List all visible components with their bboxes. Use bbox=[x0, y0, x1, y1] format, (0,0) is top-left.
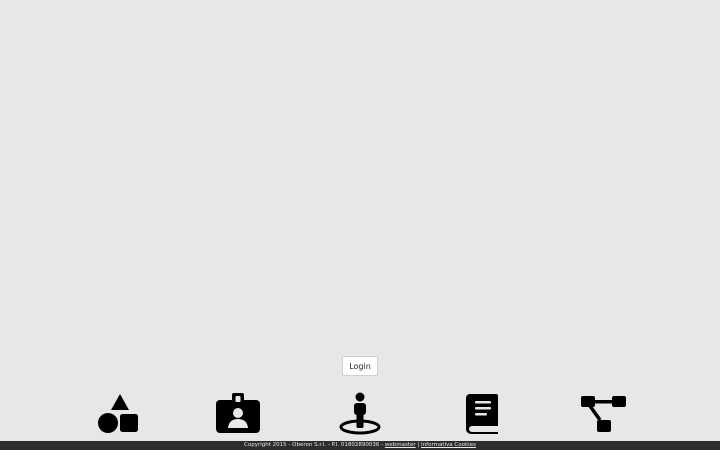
copyright-text: Copyright 2015 - Oberon S.r.l. - P.I. 01… bbox=[244, 442, 384, 448]
webmaster-link[interactable]: webmaster bbox=[385, 442, 416, 448]
nav-item-id-badge[interactable] bbox=[214, 390, 262, 436]
icon-nav-bar bbox=[0, 390, 720, 436]
nav-item-sitemap[interactable] bbox=[580, 390, 628, 436]
footer-separator: | bbox=[417, 442, 420, 448]
person-location-icon bbox=[339, 392, 381, 435]
cookies-link[interactable]: Informativa Cookies bbox=[421, 442, 476, 448]
id-badge-icon bbox=[216, 393, 260, 433]
page: Login Copyright 2015 - Oberon S.r.l. - P… bbox=[0, 0, 720, 450]
nav-item-book[interactable] bbox=[458, 390, 506, 436]
nav-item-shapes[interactable] bbox=[94, 390, 142, 436]
shapes-icon bbox=[98, 394, 138, 433]
login-button[interactable]: Login bbox=[342, 356, 378, 376]
sitemap-icon bbox=[581, 396, 626, 432]
nav-item-person-location[interactable] bbox=[336, 390, 384, 436]
book-icon bbox=[466, 394, 498, 434]
footer: Copyright 2015 - Oberon S.r.l. - P.I. 01… bbox=[0, 441, 720, 450]
